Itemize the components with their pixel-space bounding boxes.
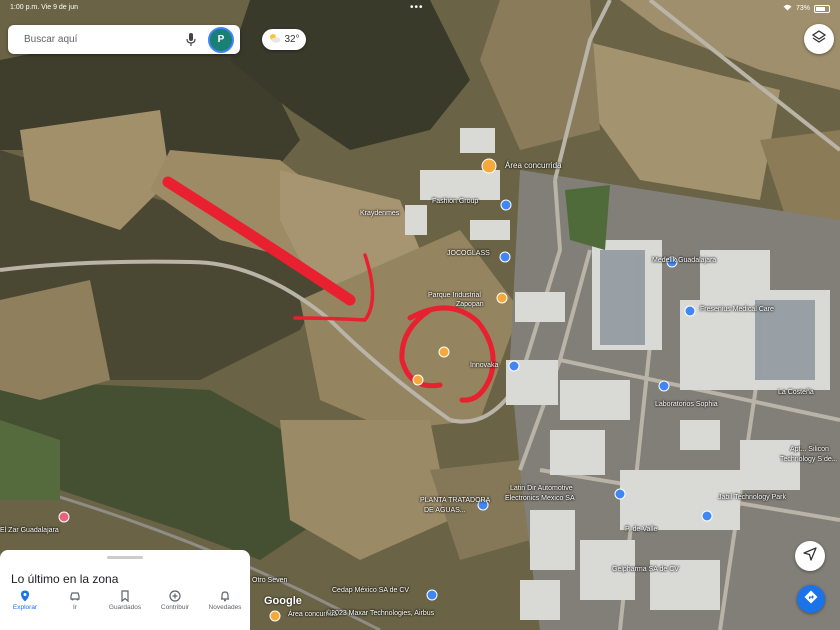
directions-icon	[804, 590, 818, 609]
nav-label: Contribuir	[160, 604, 190, 611]
status-indicators: 73%	[783, 4, 830, 13]
sun-cloud-icon	[268, 33, 281, 46]
map-label-planta-2[interactable]: DE AGUAS...	[424, 507, 466, 514]
my-location-button[interactable]	[795, 541, 825, 571]
map-label-latin-2[interactable]: Electronics Mexico SA	[505, 495, 575, 502]
map-label-fresenius[interactable]: Fresenius Medical Care	[700, 306, 774, 313]
weather-chip[interactable]: 32°	[262, 29, 306, 50]
status-bar: 1:00 p.m. Vie 9 de jun ••• 73%	[0, 0, 840, 16]
satellite-map[interactable]	[0, 0, 840, 630]
sheet-title: Lo último en la zona	[11, 572, 119, 586]
search-box[interactable]: Buscar aquí P	[8, 25, 240, 54]
battery-percent: 73%	[795, 5, 810, 12]
multitask-dots-icon[interactable]: •••	[410, 2, 424, 13]
map-label-apt-2[interactable]: Technology S de...	[780, 456, 838, 463]
map-label-planta-1[interactable]: PLANTA TRATADORA	[420, 497, 490, 504]
map-label-latin-1[interactable]: Latin Dir Automotive	[510, 485, 573, 492]
map-label-innovaka[interactable]: Innovaka	[470, 362, 498, 369]
layers-button[interactable]	[804, 24, 834, 54]
wifi-icon	[783, 4, 792, 13]
map-label-jabil[interactable]: Jabil Technology Park	[718, 494, 786, 501]
google-logo: Google	[264, 595, 302, 607]
bookmark-icon	[119, 589, 131, 603]
map-label-parque-1[interactable]: Parque Industrial	[428, 292, 481, 299]
weather-temperature: 32°	[284, 34, 300, 45]
layers-icon	[811, 29, 827, 49]
map-copyright: ©2023 Maxar Technologies, Airbus	[326, 610, 435, 617]
map-label-area[interactable]: Área concurrida	[505, 161, 561, 170]
nav-item-guardados[interactable]: Guardados	[100, 586, 150, 611]
map-label-cedap[interactable]: Cedap México SA de CV	[332, 587, 409, 594]
nav-label: Explorar	[12, 604, 38, 611]
nav-item-novedades[interactable]: Novedades	[200, 586, 250, 611]
map-label-zar[interactable]: El Zar Guadalajara	[0, 527, 59, 534]
map-label-vale[interactable]: P. de Valle	[625, 526, 657, 533]
bottom-navigation: Explorar Ir Guardados Contribuir Novedad…	[0, 586, 250, 630]
bell-icon	[219, 589, 231, 602]
map-label-kraydenmes[interactable]: Kraydenmes	[360, 210, 399, 217]
map-label-costena[interactable]: La Costeña	[778, 389, 814, 396]
battery-icon	[814, 4, 830, 13]
nav-item-contribuir[interactable]: Contribuir	[150, 586, 200, 611]
pin-icon	[19, 589, 31, 602]
map-label-parque-2[interactable]: Zapopan	[456, 301, 484, 308]
nav-label: Guardados	[108, 604, 142, 611]
status-time: 1:00 p.m. Vie 9 de jun	[10, 4, 78, 11]
sheet-drag-handle[interactable]	[107, 556, 143, 559]
map-label-jocoglass[interactable]: JOCOGLASS	[447, 250, 490, 257]
nav-item-explorar[interactable]: Explorar	[0, 586, 50, 611]
map-label-apt-1[interactable]: Apt... Silicon	[790, 446, 829, 453]
car-icon	[69, 589, 81, 601]
map-label-gelpharma[interactable]: Gelpharma SA de CV	[612, 566, 679, 573]
map-label-sophia[interactable]: Laboratorios Sophia	[655, 401, 718, 408]
map-label-seven[interactable]: Otro Seven	[252, 577, 287, 584]
navigation-arrow-icon	[803, 546, 817, 566]
plus-circle-icon	[169, 589, 181, 602]
nav-label: Novedades	[208, 604, 242, 611]
map-label-medelik[interactable]: Medelik Guadalajara	[652, 257, 716, 264]
nav-label: Ir	[73, 604, 77, 611]
nav-item-ir[interactable]: Ir	[50, 586, 100, 611]
microphone-icon[interactable]	[186, 32, 196, 47]
account-avatar[interactable]: P	[208, 26, 234, 53]
map-label-fashion[interactable]: Fashion Group	[432, 198, 478, 205]
search-input[interactable]: Buscar aquí	[24, 34, 186, 45]
directions-button[interactable]	[797, 585, 825, 613]
